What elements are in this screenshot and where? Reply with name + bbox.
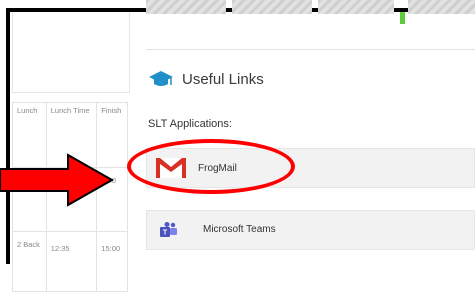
table-row: Front 15:0 xyxy=(12,167,128,232)
section-title: Useful Links xyxy=(182,70,264,88)
left-panel xyxy=(12,12,130,93)
link-label: FrogMail xyxy=(198,163,237,174)
thumbnail[interactable] xyxy=(232,0,312,14)
cell-lunch: 2 Back xyxy=(12,231,47,292)
divider xyxy=(146,49,475,50)
timetable-header-row: Lunch Lunch Time Finish xyxy=(12,102,128,168)
cell-finish: 15:0 xyxy=(96,167,128,232)
thumbnail[interactable] xyxy=(146,0,226,14)
subheading: SLT Applications: xyxy=(148,118,232,130)
thumbnail[interactable] xyxy=(318,0,394,14)
cell-time xyxy=(45,167,98,232)
header-finish: Finish xyxy=(96,102,128,168)
useful-links-heading: Useful Links xyxy=(148,69,264,89)
gmail-icon xyxy=(156,158,186,178)
teams-icon: T xyxy=(160,222,177,237)
header-lunch-time: Lunch Time xyxy=(45,102,98,168)
cell-finish: 15:00 xyxy=(96,231,128,292)
cell-time: 12:35 xyxy=(45,231,98,292)
header-lunch: Lunch xyxy=(12,102,47,168)
progress-marker xyxy=(400,12,405,24)
graduation-cap-icon xyxy=(149,71,173,86)
thumbnail[interactable] xyxy=(408,0,475,14)
frogmail-link[interactable]: FrogMail xyxy=(146,148,475,188)
link-label: Microsoft Teams xyxy=(203,224,276,235)
microsoft-teams-link[interactable]: T Microsoft Teams xyxy=(146,210,475,250)
table-row: 2 Back 12:35 15:00 xyxy=(12,231,128,292)
cell-lunch: Front xyxy=(12,167,47,232)
svg-text:T: T xyxy=(163,230,168,237)
